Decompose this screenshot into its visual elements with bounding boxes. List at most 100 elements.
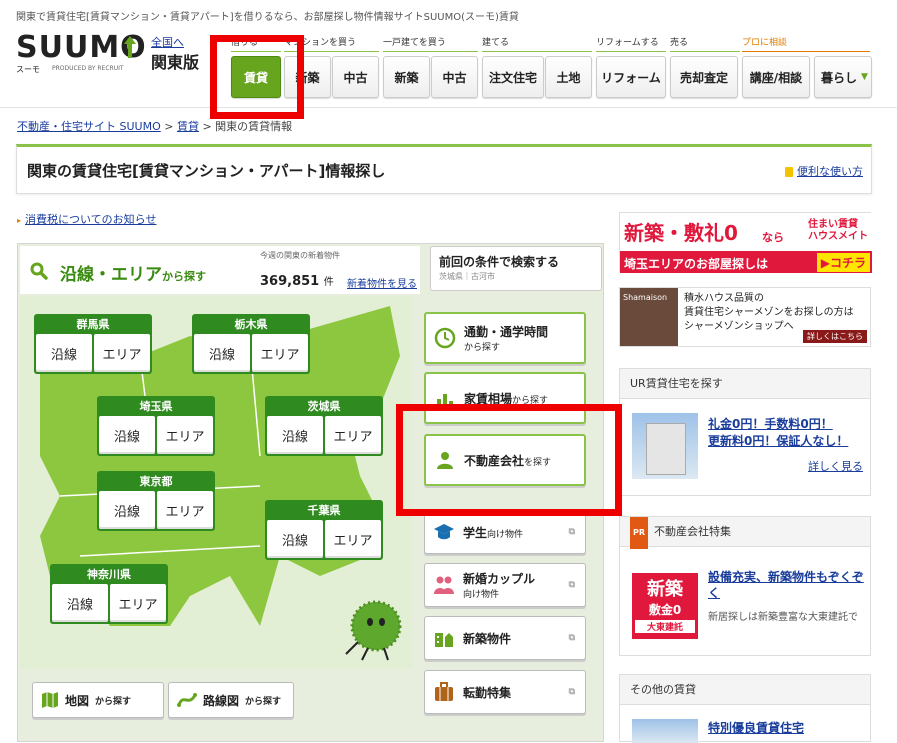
ur-link-renewal[interactable]: 更新料0円！保証人なし！ xyxy=(708,432,848,449)
newlywed-listings-button[interactable]: 新婚カップル 向け物件 ⧉ xyxy=(424,563,586,607)
nav-mansion-new-button[interactable]: 新築 xyxy=(284,56,331,98)
breadcrumb-current: 関東の賃貸情報 xyxy=(215,120,293,133)
shamaison-ad-line1: 積水ハウス品質の xyxy=(684,293,764,304)
chiba-area-button[interactable]: エリア xyxy=(325,520,381,558)
relocation-feature-button[interactable]: 転勤特集 ⧉ xyxy=(424,670,586,714)
rent-market-suffix: から探す xyxy=(512,395,549,406)
pref-tokyo-name: 東京都 xyxy=(139,475,173,488)
nav-house-new-button[interactable]: 新築 xyxy=(383,56,430,98)
commute-time-label: 通勤・通学時間 xyxy=(464,325,549,339)
pref-saitama-name: 埼玉県 xyxy=(139,400,173,413)
student-listings-button[interactable]: 学生向け物件 ⧉ xyxy=(424,510,586,554)
nav-seminar-consult-button[interactable]: 講座/相談 xyxy=(742,56,810,98)
shamaison-ad-image: Shamaison xyxy=(620,288,678,346)
pr-company-box: PR 不動産会社特集 新築 敷金0 大東建託 設備充実、新築物件もぞくぞく 新居探… xyxy=(619,516,871,656)
ur-link-key-money[interactable]: 礼金0円！手数料0円！ xyxy=(708,415,833,432)
howto-link[interactable]: 便利な使い方 xyxy=(785,163,863,179)
route-map-icon xyxy=(177,693,197,707)
real-estate-company-suffix: を探す xyxy=(524,457,552,468)
daito-thumbnail: 新築 敷金0 大東建託 xyxy=(632,573,698,639)
tochigi-area-button[interactable]: エリア xyxy=(252,334,308,372)
commute-time-search-button[interactable]: 通勤・通学時間 から探す xyxy=(424,312,586,364)
external-link-icon: ⧉ xyxy=(568,687,575,697)
pref-kanagawa: 神奈川県 沿線 エリア xyxy=(50,564,168,624)
route-map-search-label: 路線図 xyxy=(203,693,240,708)
line-area-search-suffix: から探す xyxy=(162,270,206,283)
pref-tochigi: 栃木県 沿線 エリア xyxy=(192,314,310,374)
gunma-line-button[interactable]: 沿線 xyxy=(36,334,92,372)
nav-category-consult: プロに相談 xyxy=(742,35,870,52)
pref-chiba-name: 千葉県 xyxy=(307,504,341,517)
line-area-search-header: 沿線・エリアから探す 今週の関東の新着物件 369,851 件 新着物件を見る xyxy=(20,246,420,294)
kanagawa-line-button[interactable]: 沿線 xyxy=(52,584,108,622)
previous-search-button[interactable]: 前回の条件で検索する 茨城県｜古河市 xyxy=(430,246,602,291)
nav-house-used-button[interactable]: 中古 xyxy=(431,56,478,98)
pref-gunma-name: 群馬県 xyxy=(76,318,110,331)
tagline: 関東で賃貸住宅[賃貸マンション・賃貸アパート]を借りるなら、お部屋探し物件情報サ… xyxy=(16,12,519,23)
route-map-search-button[interactable]: 路線図 から探す xyxy=(168,682,294,718)
gunma-area-button[interactable]: エリア xyxy=(94,334,150,372)
line-area-search-title: 沿線・エリアから探す xyxy=(60,260,206,285)
pr-company-link[interactable]: 設備充実、新築物件もぞくぞく xyxy=(708,569,864,601)
special-rental-link[interactable]: 特別優良賃貸住宅 xyxy=(708,719,804,736)
shamaison-logo: Shamaison xyxy=(623,293,668,302)
chiba-line-button[interactable]: 沿線 xyxy=(267,520,323,558)
new-listings-link[interactable]: 新着物件を見る xyxy=(347,275,417,290)
tokyo-area-button[interactable]: エリア xyxy=(157,491,213,529)
housemate-ad-brand: 住まい賃貸 ハウスメイト xyxy=(808,219,868,242)
nav-reform-button[interactable]: リフォーム xyxy=(596,56,666,98)
real-estate-company-search-button[interactable]: 不動産会社を探す xyxy=(424,434,586,486)
new-listings-number: 369,851 xyxy=(260,274,320,289)
pref-chiba: 千葉県 沿線 エリア xyxy=(265,500,383,560)
rent-market-search-button[interactable]: 家賃相場から探す xyxy=(424,372,586,424)
nav-category-reform: リフォームする xyxy=(596,35,666,52)
nav-living-button[interactable]: 暮らし ▼ xyxy=(814,56,872,98)
breadcrumb-rent-link[interactable]: 賃貸 xyxy=(177,120,199,133)
tax-notice-link[interactable]: 消費税についてのお知らせ xyxy=(17,211,156,227)
new-building-icon xyxy=(435,633,453,647)
special-rental-image xyxy=(632,719,698,743)
nav-sale-appraisal-button[interactable]: 売却査定 xyxy=(670,56,738,98)
other-rental-box: その他の賃貸 特別優良賃貸住宅 xyxy=(619,674,871,743)
bar-chart-icon xyxy=(437,394,453,407)
new-construction-label: 新築物件 xyxy=(463,631,512,646)
region-switch-link[interactable]: 全国へ xyxy=(151,34,184,50)
nav-land-button[interactable]: 土地 xyxy=(545,56,592,98)
saitama-area-button[interactable]: エリア xyxy=(157,416,213,454)
logo-arrow-icon xyxy=(124,36,136,58)
housemate-ad-caption: 埼玉エリアのお部屋探しは xyxy=(624,257,769,271)
shamaison-ad-line2: 賃貸住宅シャーメゾンをお探しの方は xyxy=(684,307,854,318)
kanto-map: 群馬県 沿線 エリア 栃木県 沿線 エリア 埼玉県 沿線 エリア 茨城県 沿線 xyxy=(20,296,412,669)
pref-ibaraki-name: 茨城県 xyxy=(307,400,341,413)
map-search-suffix: から探す xyxy=(95,696,132,707)
breadcrumb-separator: > xyxy=(202,120,212,133)
logo-produced-by: PRODUCED BY RECRUIT xyxy=(52,65,124,72)
nav-custom-home-button[interactable]: 注文住宅 xyxy=(482,56,544,98)
nav-category-buy-house: 一戸建てを買う xyxy=(383,35,478,52)
newlywed-listings-label: 新婚カップル xyxy=(463,572,536,586)
suumo-logo[interactable]: SUUMO スーモ PRODUCED BY RECRUIT xyxy=(16,30,146,80)
ur-more-link[interactable]: 詳しく見る xyxy=(808,458,863,474)
new-construction-button[interactable]: 新築物件 ⧉ xyxy=(424,616,586,660)
housemate-banner-ad[interactable]: 新築・敷礼0 なら 住まい賃貸 ハウスメイト 埼玉エリアのお部屋探しは ▶コチラ xyxy=(619,212,872,273)
relocation-feature-label: 転勤特集 xyxy=(463,685,512,700)
new-listings-unit: 件 xyxy=(323,277,334,288)
daito-thumb-brand: 大東建託 xyxy=(635,620,695,633)
shamaison-banner-ad[interactable]: Shamaison 積水ハウス品質の 賃貸住宅シャーメゾンをお探しの方は シャー… xyxy=(619,287,871,347)
breadcrumb-home-link[interactable]: 不動産・住宅サイト SUUMO xyxy=(17,120,161,133)
tokyo-line-button[interactable]: 沿線 xyxy=(99,491,155,529)
rent-market-label: 家賃相場 xyxy=(464,391,513,406)
ibaraki-area-button[interactable]: エリア xyxy=(325,416,381,454)
kanagawa-area-button[interactable]: エリア xyxy=(110,584,166,622)
page-title: 関東の賃貸住宅[賃貸マンション・アパート]情報探し xyxy=(27,162,386,180)
nav-mansion-used-button[interactable]: 中古 xyxy=(332,56,379,98)
nav-category-rent: 借りる xyxy=(231,35,281,52)
saitama-line-button[interactable]: 沿線 xyxy=(99,416,155,454)
ur-rental-box: UR賃貸住宅を探す 礼金0円！手数料0円！ 更新料0円！保証人なし！ 詳しく見る xyxy=(619,368,871,496)
howto-link-label: 便利な使い方 xyxy=(797,165,863,178)
nav-rent-button[interactable]: 賃貸 xyxy=(231,56,281,98)
ibaraki-line-button[interactable]: 沿線 xyxy=(267,416,323,454)
map-search-button[interactable]: 地図 から探す xyxy=(32,682,164,718)
tochigi-line-button[interactable]: 沿線 xyxy=(194,334,250,372)
housemate-ad-bottom: 埼玉エリアのお部屋探しは ▶コチラ xyxy=(620,251,872,273)
